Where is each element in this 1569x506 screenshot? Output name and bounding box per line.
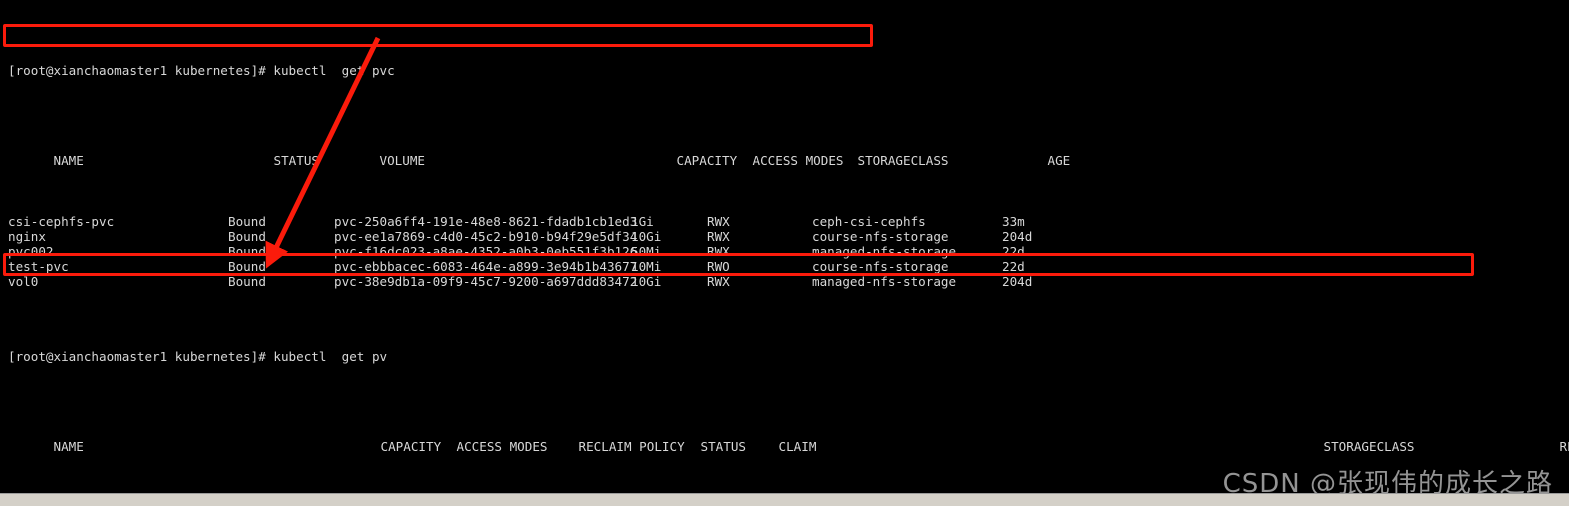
- pvc-cell-status: Bound: [228, 258, 266, 274]
- pvc-cell-access-modes: RWX: [707, 213, 730, 229]
- pvc-cell-age: 204d: [1002, 228, 1033, 244]
- pvc-cell-capacity: 10Gi: [631, 273, 662, 289]
- pvc-cell-storageclass: course-nfs-storage: [812, 228, 949, 244]
- pv-header-storageclass: STORAGECLASS: [1323, 439, 1415, 455]
- pvc-cell-access-modes: RWX: [707, 228, 730, 244]
- pvc-header-volume: VOLUME: [379, 153, 426, 169]
- pvc-cell-name: nginx: [8, 228, 46, 244]
- command-line-get-pvc: [root@xianchaomaster1 kubernetes]# kubec…: [8, 63, 1569, 78]
- pvc-cell-access-modes: RWX: [707, 243, 730, 259]
- pvc-cell-age: 22d: [1002, 243, 1025, 259]
- pvc-header-name: NAME: [53, 153, 84, 169]
- command-line-get-pv: [root@xianchaomaster1 kubernetes]# kubec…: [8, 349, 1569, 364]
- pvc-header-status: STATUS: [273, 153, 320, 169]
- pvc-header-age: AGE: [1047, 153, 1071, 169]
- shell-prompt: [root@xianchaomaster1 kubernetes]#: [8, 63, 266, 79]
- pvc-cell-capacity: 10Gi: [631, 228, 662, 244]
- pvc-table-row: test-pvc Bound pvc-ebbbacec-6083-464e-a899…: [8, 259, 1569, 274]
- pvc-header-access-modes: ACCESS MODES: [752, 153, 844, 169]
- command-text-get-pvc: kubectl get pvc: [265, 63, 395, 79]
- pvc-cell-name: test-pvc: [8, 258, 69, 274]
- pvc-header-capacity: CAPACITY: [676, 153, 738, 169]
- pvc-table-row: pvc002 Bound pvc-f16dc023-a8ae-4352-a0b3-0…: [8, 244, 1569, 259]
- pv-header-reason: REASON: [1559, 439, 1569, 455]
- pvc-cell-name: csi-cephfs-pvc: [8, 213, 115, 229]
- terminal-output[interactable]: [root@xianchaomaster1 kubernetes]# kubec…: [0, 0, 1569, 506]
- pvc-cell-status: Bound: [228, 228, 266, 244]
- pvc-cell-status: Bound: [228, 243, 266, 259]
- window-status-bar: [0, 493, 1569, 506]
- pvc-cell-name: vol0: [8, 273, 39, 289]
- pvc-cell-storageclass: managed-nfs-storage: [812, 243, 957, 259]
- pvc-cell-status: Bound: [228, 213, 266, 229]
- pvc-cell-age: 204d: [1002, 273, 1033, 289]
- pvc-cell-capacity: 1Gi: [631, 213, 654, 229]
- shell-prompt-2: [root@xianchaomaster1 kubernetes]#: [8, 349, 266, 365]
- pv-header-reclaim-policy: RECLAIM POLICY: [578, 439, 685, 455]
- pv-header-name: NAME: [53, 439, 84, 455]
- pvc-cell-age: 33m: [1002, 213, 1025, 229]
- pv-header-status: STATUS: [700, 439, 747, 455]
- pvc-cell-access-modes: RWX: [707, 273, 730, 289]
- pvc-cell-access-modes: RWO: [707, 258, 730, 274]
- pvc-cell-storageclass: ceph-csi-cephfs: [812, 213, 926, 229]
- pvc-cell-volume: pvc-ebbbacec-6083-464e-a899-3e94b1b43677: [334, 258, 638, 274]
- pvc-table-row: csi-cephfs-pvc Bound pvc-250a6ff4-191e-48e…: [8, 214, 1569, 229]
- pvc-header-storageclass: STORAGECLASS: [857, 153, 949, 169]
- pv-header-access-modes: ACCESS MODES: [456, 439, 548, 455]
- pvc-cell-volume: pvc-250a6ff4-191e-48e8-8621-fdadb1cb1ed3: [334, 213, 638, 229]
- pvc-cell-capacity: 10Mi: [631, 258, 662, 274]
- pv-header-capacity: CAPACITY: [380, 439, 442, 455]
- pv-header-claim: CLAIM: [778, 439, 817, 455]
- pvc-cell-age: 22d: [1002, 258, 1025, 274]
- pvc-table-header: NAME STATUS VOLUME CAPACITY ACCESS MODES STOR…: [8, 138, 1569, 168]
- pvc-table-row: vol0 Bound pvc-38e9db1a-09f9-45c7-9200-a69…: [8, 274, 1569, 289]
- pvc-cell-volume: pvc-f16dc023-a8ae-4352-a0b3-0eb551f3b126: [334, 243, 638, 259]
- command-text-get-pv: kubectl get pv: [265, 349, 388, 365]
- pv-table-header: NAME CAPACITY ACCESS MODES RECLAIM POLICY ST…: [8, 424, 1569, 454]
- terminal-screenshot: [root@xianchaomaster1 kubernetes]# kubec…: [0, 0, 1569, 506]
- pvc-table-row: nginx Bound pvc-ee1a7869-c4d0-45c2-b910-b9…: [8, 229, 1569, 244]
- pvc-cell-storageclass: managed-nfs-storage: [812, 273, 957, 289]
- pvc-cell-status: Bound: [228, 273, 266, 289]
- pvc-cell-volume: pvc-38e9db1a-09f9-45c7-9200-a697ddd83472: [334, 273, 638, 289]
- pvc-cell-name: pvc002: [8, 243, 54, 259]
- pvc-cell-volume: pvc-ee1a7869-c4d0-45c2-b910-b94f29e5df34: [334, 228, 638, 244]
- pvc-cell-storageclass: course-nfs-storage: [812, 258, 949, 274]
- pvc-cell-capacity: 50Mi: [631, 243, 662, 259]
